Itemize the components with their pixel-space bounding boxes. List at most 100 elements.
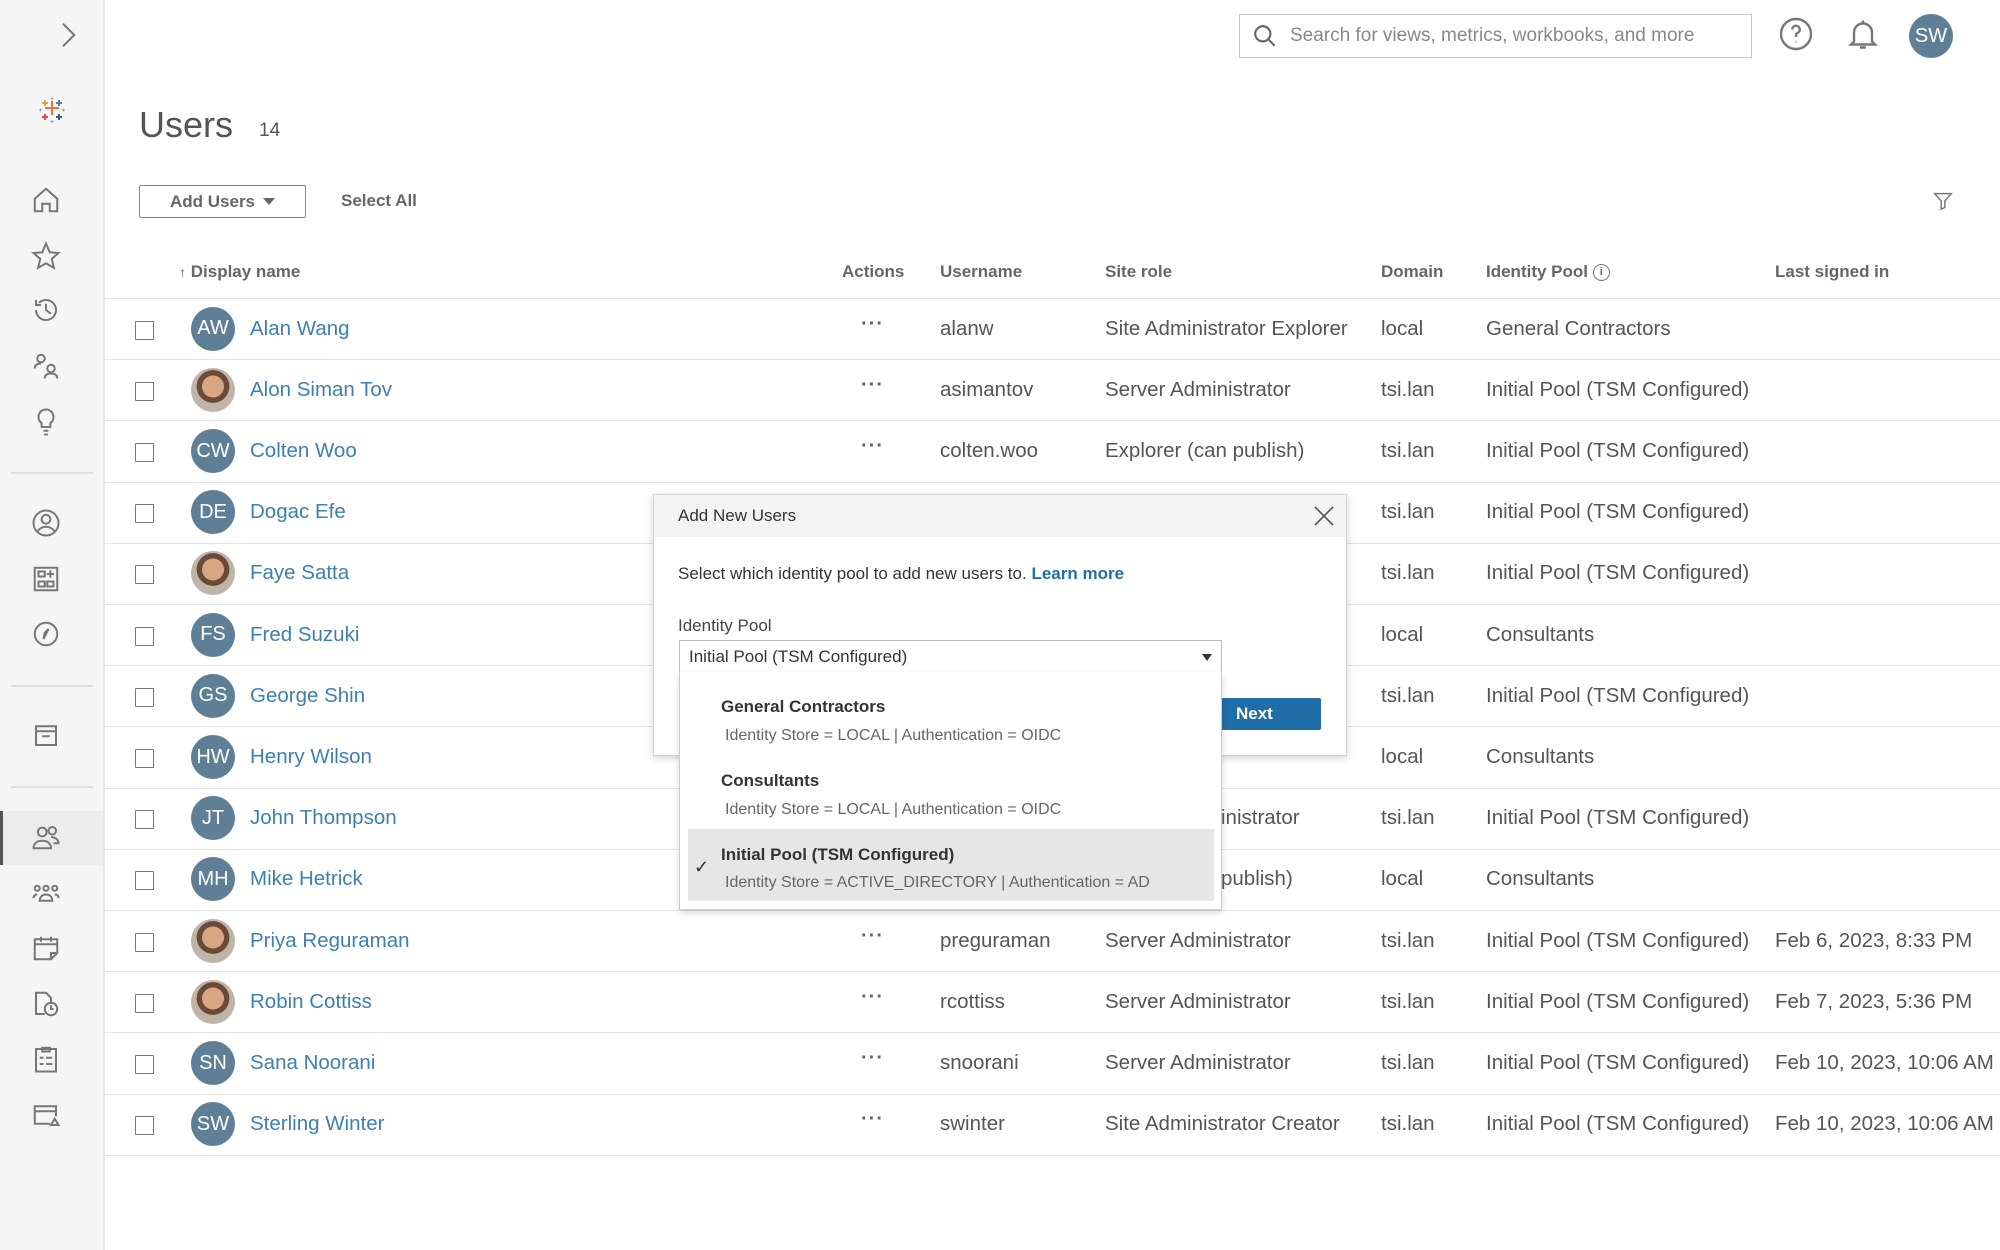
user-name-link[interactable]: Alon Siman Tov (250, 378, 392, 402)
more-actions-icon[interactable]: ··· (861, 1108, 884, 1131)
user-name-link[interactable]: John Thompson (250, 806, 397, 830)
expand-chevron-icon[interactable] (50, 17, 86, 53)
username: rcottiss (940, 989, 1005, 1013)
row-checkbox[interactable] (135, 687, 154, 707)
search-input[interactable] (1290, 25, 1730, 47)
user-name-link[interactable]: Dogac Efe (250, 500, 346, 524)
filter-icon[interactable] (1932, 190, 1954, 212)
row-checkbox[interactable] (135, 320, 154, 340)
user-name-link[interactable]: Faye Satta (250, 561, 349, 585)
column-username[interactable]: Username (940, 262, 1022, 282)
username: alanw (940, 316, 994, 340)
row-checkbox[interactable] (135, 443, 154, 462)
identity-pool: General Contractors (1486, 316, 1671, 340)
collections-icon[interactable] (28, 561, 64, 597)
status-icon[interactable] (28, 1097, 64, 1133)
row-divider (105, 910, 2000, 911)
more-actions-icon[interactable]: ··· (861, 435, 884, 458)
caret-down-icon (263, 198, 276, 205)
add-users-button[interactable]: Add Users (139, 185, 306, 218)
user-name-link[interactable]: Priya Reguraman (250, 929, 410, 953)
users-icon[interactable] (28, 819, 64, 855)
row-checkbox[interactable] (135, 749, 154, 768)
identity-pool: Initial Pool (TSM Configured) (1486, 928, 1750, 952)
row-checkbox[interactable] (135, 565, 154, 585)
personal-space-icon[interactable] (28, 505, 64, 541)
column-display-name[interactable]: ↑ Display name (179, 262, 300, 282)
close-icon[interactable] (1312, 504, 1336, 528)
identity-pool-select[interactable]: Initial Pool (TSM Configured) (679, 640, 1222, 673)
recommendations-icon[interactable] (28, 404, 64, 440)
groups-icon[interactable] (28, 874, 64, 910)
star-icon[interactable] (28, 238, 64, 274)
domain: local (1381, 867, 1424, 891)
identity-pool: Initial Pool (TSM Configured) (1486, 1051, 1750, 1074)
user-name-link[interactable]: Mike Hetrick (250, 867, 363, 891)
site-role: Server Administrator (1105, 989, 1291, 1013)
external-assets-icon[interactable] (28, 717, 64, 753)
notifications-bell-icon[interactable] (1845, 16, 1881, 52)
domain: local (1381, 622, 1424, 646)
domain: tsi.lan (1381, 806, 1435, 830)
user-name-link[interactable]: Henry Wilson (250, 745, 372, 769)
header-divider (105, 298, 2000, 299)
info-icon[interactable]: i (1592, 264, 1610, 282)
domain: tsi.lan (1381, 561, 1435, 585)
user-name-link[interactable]: Sana Noorani (250, 1051, 375, 1075)
recents-icon[interactable] (28, 292, 64, 328)
domain: tsi.lan (1381, 377, 1435, 401)
jobs-icon[interactable] (28, 986, 64, 1022)
option-consultants[interactable]: Consultants Identity Store = LOCAL | Aut… (688, 756, 1214, 828)
column-label: Display name (190, 262, 301, 281)
column-last-signed-in[interactable]: Last signed in (1775, 262, 1889, 282)
column-identity-pool[interactable]: Identity Pool i (1486, 262, 1610, 282)
search-box[interactable] (1239, 14, 1752, 58)
schedules-icon[interactable] (28, 930, 64, 966)
help-icon[interactable] (1778, 16, 1814, 52)
more-actions-icon[interactable]: ··· (861, 374, 884, 397)
option-initial-pool[interactable]: ✓ Initial Pool (TSM Configured) Identity… (688, 829, 1214, 901)
column-domain[interactable]: Domain (1381, 262, 1443, 282)
domain: tsi.lan (1381, 989, 1435, 1013)
explore-icon[interactable] (28, 616, 64, 652)
column-site-role[interactable]: Site role (1105, 262, 1172, 282)
select-all-link[interactable]: Select All (341, 191, 417, 211)
user-name-link[interactable]: Alan Wang (250, 317, 350, 341)
row-checkbox[interactable] (135, 1116, 154, 1136)
user-name-link[interactable]: Colten Woo (250, 439, 357, 463)
identity-pool-label: Identity Pool (678, 616, 772, 635)
more-actions-icon[interactable]: ··· (861, 925, 884, 948)
row-checkbox[interactable] (135, 810, 154, 830)
user-name-link[interactable]: Sterling Winter (250, 1112, 384, 1136)
more-actions-icon[interactable]: ··· (861, 1047, 884, 1070)
identity-pool: Initial Pool (TSM Configured) (1486, 377, 1750, 401)
avatar (191, 979, 235, 1024)
row-checkbox[interactable] (135, 993, 154, 1013)
more-actions-icon[interactable]: ··· (861, 986, 884, 1009)
user-name-link[interactable]: Robin Cottiss (250, 990, 372, 1014)
row-checkbox[interactable] (135, 504, 154, 524)
tableau-logo-icon (34, 92, 70, 128)
row-divider (105, 1154, 2000, 1156)
shared-with-me-icon[interactable] (28, 348, 64, 384)
row-checkbox[interactable] (135, 1055, 154, 1074)
option-subtitle: Identity Store = LOCAL | Authentication … (725, 801, 1062, 818)
user-name-link[interactable]: George Shin (250, 684, 365, 708)
next-button[interactable]: Next (1221, 698, 1321, 730)
domain: tsi.lan (1381, 500, 1435, 524)
user-avatar[interactable]: SW (1909, 14, 1953, 58)
row-checkbox[interactable] (135, 932, 154, 952)
home-icon[interactable] (28, 182, 64, 218)
learn-more-link[interactable]: Learn more (1031, 564, 1124, 583)
row-checkbox[interactable] (135, 381, 154, 401)
row-checkbox[interactable] (135, 871, 154, 891)
user-name-link[interactable]: Fred Suzuki (250, 623, 359, 647)
identity-pool: Initial Pool (TSM Configured) (1486, 683, 1750, 707)
more-actions-icon[interactable]: ··· (861, 313, 884, 336)
option-subtitle: Identity Store = LOCAL | Authentication … (725, 727, 1062, 744)
row-checkbox[interactable] (135, 626, 154, 646)
option-general-contractors[interactable]: General Contractors Identity Store = LOC… (688, 682, 1214, 754)
tasks-icon[interactable] (28, 1041, 64, 1077)
checkmark-icon: ✓ (694, 857, 710, 877)
domain: tsi.lan (1381, 439, 1435, 462)
